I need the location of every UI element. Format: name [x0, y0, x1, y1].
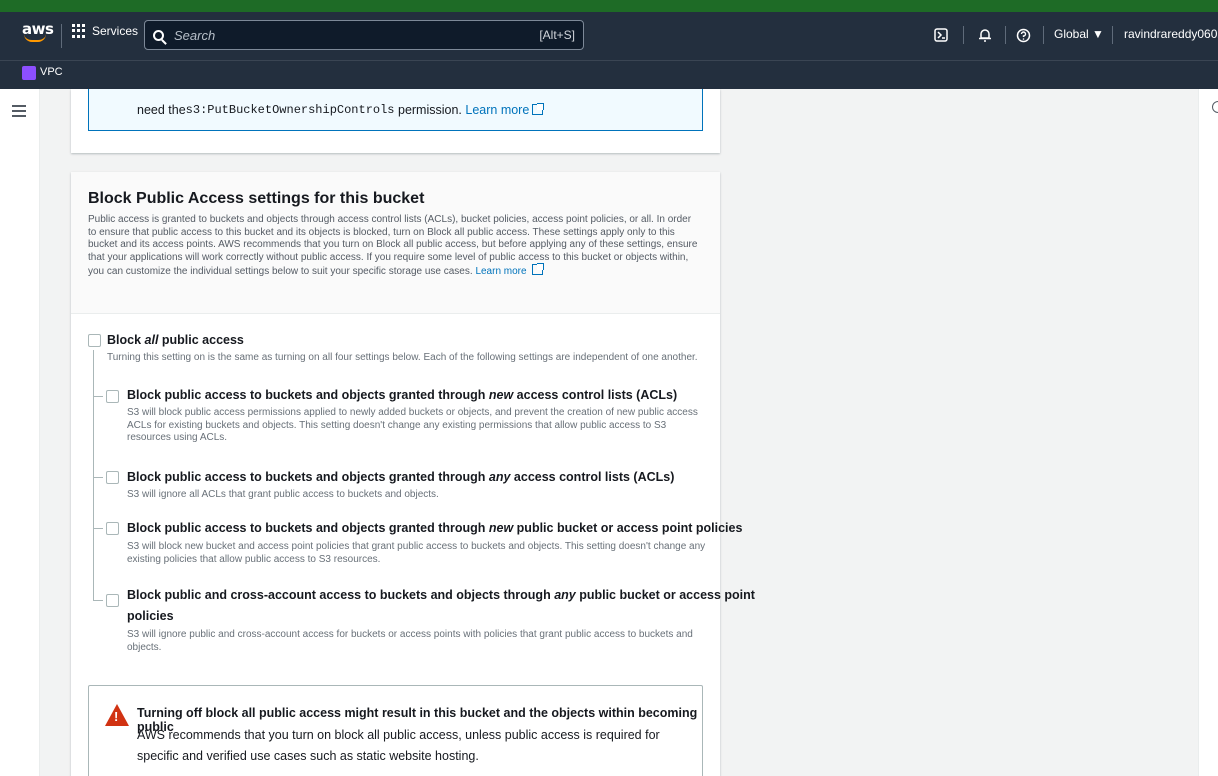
- nav-divider: [963, 26, 964, 44]
- tree-branch: [93, 600, 103, 601]
- search-shortcut: [Alt+S]: [539, 28, 575, 42]
- nav-divider: [61, 24, 62, 48]
- card-title: Block Public Access settings for this bu…: [88, 190, 425, 207]
- card-description-text: Public access is granted to buckets and …: [88, 214, 698, 277]
- right-side-rail: [1198, 89, 1218, 776]
- tree-line: [93, 350, 94, 600]
- permission-code: s3:PutBucketOwnershipControls: [185, 102, 395, 117]
- search-icon: [153, 29, 164, 41]
- external-link-icon: [532, 103, 545, 115]
- block-all-description: Turning this setting on is the same as t…: [107, 352, 698, 363]
- nav-divider: [1043, 26, 1044, 44]
- external-link-icon: [532, 263, 545, 275]
- warning-icon: [105, 704, 129, 726]
- block-new-acls-title[interactable]: Block public access to buckets and objec…: [127, 388, 677, 402]
- tree-branch: [93, 396, 103, 397]
- block-cross-account-description: S3 will ignore public and cross-account …: [127, 629, 693, 653]
- learn-more-link[interactable]: Learn more: [475, 266, 526, 277]
- left-side-rail: [0, 89, 40, 776]
- block-cross-account-checkbox[interactable]: [106, 594, 119, 607]
- top-navigation: aws Services [Alt+S] Global ▼ ravindrare…: [0, 12, 1218, 60]
- block-any-acls-title[interactable]: Block public access to buckets and objec…: [127, 470, 674, 484]
- block-new-policies-title[interactable]: Block public access to buckets and objec…: [127, 521, 742, 535]
- cloudshell-icon[interactable]: [930, 24, 952, 46]
- info-panel-icon[interactable]: [1212, 101, 1218, 113]
- nav-divider: [1112, 26, 1113, 44]
- block-cross-account-title-line2[interactable]: policies: [127, 609, 174, 623]
- block-all-checkbox[interactable]: [88, 334, 101, 347]
- ownership-text-before: need the: [137, 102, 186, 117]
- grid-icon: [72, 24, 86, 38]
- search-input[interactable]: [174, 27, 540, 43]
- search-bar[interactable]: [Alt+S]: [144, 20, 584, 50]
- block-any-acls-checkbox[interactable]: [106, 471, 119, 484]
- aws-logo[interactable]: aws: [22, 20, 54, 50]
- card-header: Block Public Access settings for this bu…: [71, 172, 720, 314]
- tree-branch: [93, 477, 103, 478]
- public-access-warning-alert: Turning off block all public access migh…: [88, 685, 703, 776]
- bell-icon[interactable]: [974, 24, 996, 46]
- account-menu[interactable]: ravindrareddy0602 ▼: [1124, 27, 1218, 41]
- vpc-service-icon: [22, 66, 36, 80]
- block-all-title[interactable]: Block all public access: [107, 333, 244, 347]
- ownership-text-after: permission.: [394, 102, 466, 117]
- nav-divider: [1005, 26, 1006, 44]
- service-subnav: VPC: [0, 60, 1218, 89]
- services-label: Services: [92, 24, 139, 38]
- aws-logo-text: aws: [22, 20, 54, 38]
- block-new-policies-checkbox[interactable]: [106, 522, 119, 535]
- block-new-acls-checkbox[interactable]: [106, 390, 119, 403]
- block-new-acls-description: S3 will block public access permissions …: [127, 407, 698, 443]
- tree-branch: [93, 528, 103, 529]
- card-description: Public access is granted to buckets and …: [88, 214, 702, 279]
- block-any-acls-description: S3 will ignore all ACLs that grant publi…: [127, 489, 439, 500]
- ownership-info-alert: need the s3:PutBucketOwnershipControls p…: [88, 89, 703, 131]
- learn-more-link[interactable]: Learn more: [465, 103, 529, 117]
- warning-text: AWS recommends that you turn on block al…: [137, 728, 660, 763]
- object-ownership-card: need the s3:PutBucketOwnershipControls p…: [71, 89, 720, 153]
- browser-top-strip: [0, 0, 1218, 12]
- region-selector[interactable]: Global ▼: [1054, 27, 1104, 41]
- menu-icon[interactable]: [12, 105, 26, 120]
- block-cross-account-title[interactable]: Block public and cross-account access to…: [127, 588, 755, 602]
- vpc-service-link[interactable]: VPC: [40, 66, 63, 78]
- help-icon[interactable]: [1012, 24, 1034, 46]
- services-menu-button[interactable]: Services: [72, 24, 138, 38]
- block-new-policies-description: S3 will block new bucket and access poin…: [127, 541, 706, 565]
